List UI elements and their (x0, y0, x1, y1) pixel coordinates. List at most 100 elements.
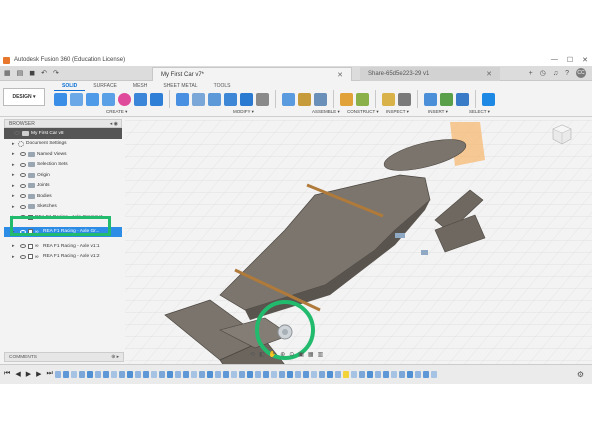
timeline-feature-icon[interactable] (63, 371, 69, 378)
shell-icon[interactable] (224, 92, 237, 106)
redo-icon[interactable]: ↷ (53, 69, 59, 77)
timeline-feature-icon[interactable] (151, 371, 157, 378)
timeline-feature-icon[interactable] (343, 371, 349, 378)
sketch-icon[interactable] (54, 92, 67, 106)
timeline-feature-icon[interactable] (103, 371, 109, 378)
visibility-icon[interactable] (20, 254, 26, 259)
interference-icon[interactable] (398, 92, 411, 106)
avatar[interactable]: CC (576, 68, 586, 78)
timeline-feature-icon[interactable] (311, 371, 317, 378)
timeline-feature-icon[interactable] (431, 371, 437, 378)
timeline-feature-icon[interactable] (383, 371, 389, 378)
workspace-switcher[interactable]: DESIGN ▾ (3, 88, 45, 106)
close-tab-icon[interactable]: ✕ (486, 70, 492, 78)
as-built-joint-icon[interactable] (314, 92, 327, 106)
bell-icon[interactable]: ♫ (553, 70, 558, 77)
construct-group[interactable]: CONSTRUCT ▾ (347, 109, 379, 115)
insert-derive-icon[interactable] (424, 92, 437, 106)
save-icon[interactable]: ◼ (29, 69, 35, 77)
create-group[interactable]: CREATE ▾ (106, 109, 127, 115)
timeline-feature-icon[interactable] (159, 371, 165, 378)
select-group[interactable]: SELECT ▾ (469, 109, 490, 115)
collapse-icon[interactable]: ▾ (6, 130, 12, 136)
visibility-icon[interactable] (20, 194, 26, 199)
browser-item-joints[interactable]: ▸ Joints (4, 181, 122, 192)
timeline-feature-icon[interactable] (143, 371, 149, 378)
pattern-icon[interactable] (150, 92, 163, 106)
timeline-feature-icon[interactable] (367, 371, 373, 378)
canvas-icon[interactable] (456, 92, 469, 106)
go-to-start-icon[interactable]: ⏮ (4, 370, 10, 378)
revolve-icon[interactable] (86, 92, 99, 106)
timeline-feature-icon[interactable] (183, 371, 189, 378)
assemble-group[interactable]: ASSEMBLE ▾ (312, 109, 340, 115)
tab-surface[interactable]: SURFACE (85, 82, 125, 91)
timeline-feature-icon[interactable] (207, 371, 213, 378)
timeline-feature-icon[interactable] (239, 371, 245, 378)
step-back-icon[interactable]: ◀ (15, 370, 20, 378)
timeline-feature-icon[interactable] (95, 371, 101, 378)
timeline-feature-icon[interactable] (135, 371, 141, 378)
timeline-feature-icon[interactable] (247, 371, 253, 378)
move-icon[interactable] (256, 92, 269, 106)
timeline-feature-icon[interactable] (175, 371, 181, 378)
expand-icon[interactable]: ▸ (12, 254, 18, 260)
browser-root[interactable]: ▾ My First Car v8 (4, 128, 122, 139)
fit-icon[interactable]: ⊙ (289, 351, 294, 358)
timeline-feature-icon[interactable] (79, 371, 85, 378)
play-icon[interactable]: ▶ (26, 370, 31, 378)
timeline-feature-icon[interactable] (231, 371, 237, 378)
modify-group[interactable]: MODIFY ▾ (233, 109, 254, 115)
tab-my-first-car[interactable]: My First Car v7* ✕ (152, 67, 352, 81)
timeline-feature-icon[interactable] (255, 371, 261, 378)
tab-sheet-metal[interactable]: SHEET METAL (155, 82, 205, 91)
grid-icon[interactable]: ▦ (4, 69, 11, 77)
extrude-icon[interactable] (70, 92, 83, 106)
timeline-feature-icon[interactable] (199, 371, 205, 378)
add-tab-icon[interactable]: + (529, 70, 533, 77)
visibility-icon[interactable] (20, 244, 26, 249)
comments-panel[interactable]: COMMENTS ⊕ ▸ (4, 352, 124, 362)
insert-mesh-icon[interactable] (440, 92, 453, 106)
grid-settings-icon[interactable]: ▦ (308, 351, 314, 358)
timeline-settings-icon[interactable]: ⚙ (577, 370, 584, 379)
timeline-feature-icon[interactable] (71, 371, 77, 378)
close-tab-icon[interactable]: ✕ (337, 71, 343, 79)
timeline-feature-icon[interactable] (271, 371, 277, 378)
timeline-feature-icon[interactable] (423, 371, 429, 378)
timeline-feature-icon[interactable] (319, 371, 325, 378)
expand-icon[interactable]: ▸ (12, 162, 18, 168)
press-pull-icon[interactable] (176, 92, 189, 106)
minimize-button[interactable]: — (551, 56, 558, 64)
timeline-feature-icon[interactable] (191, 371, 197, 378)
tab-mesh[interactable]: MESH (125, 82, 155, 91)
timeline-feature-icon[interactable] (127, 371, 133, 378)
browser-item-axle-1[interactable]: ▸ ∞ REA F1 Racing - Axle v1:1 (4, 241, 122, 252)
timeline-feature-icon[interactable] (295, 371, 301, 378)
pan-icon[interactable]: ✋ (269, 351, 276, 358)
visibility-icon[interactable] (20, 173, 26, 178)
timeline-feature-icon[interactable] (55, 371, 61, 378)
3d-viewport[interactable] (125, 120, 592, 384)
timeline-feature-icon[interactable] (375, 371, 381, 378)
visibility-icon[interactable] (20, 183, 26, 188)
new-component-icon[interactable] (282, 92, 295, 106)
browser-item-document-settings[interactable]: ▸ Document Settings (4, 139, 122, 150)
timeline-feature-icon[interactable] (407, 371, 413, 378)
viewports-icon[interactable]: ▥ (318, 351, 324, 358)
fillet-icon[interactable] (192, 92, 205, 106)
orbit-icon[interactable]: ⟲ (250, 351, 255, 358)
tab-share[interactable]: Share-65d5e223-29 v1 ✕ (360, 67, 500, 81)
axis-icon[interactable] (356, 92, 369, 106)
visibility-icon[interactable] (20, 162, 26, 167)
timeline-feature-icon[interactable] (399, 371, 405, 378)
hole-icon[interactable] (134, 92, 147, 106)
timeline-feature-icon[interactable] (391, 371, 397, 378)
timeline-feature-icon[interactable] (335, 371, 341, 378)
expand-icon[interactable]: ▸ (12, 172, 18, 178)
expand-icon[interactable]: ▸ (12, 243, 18, 249)
go-to-end-icon[interactable]: ⏭ (46, 370, 52, 378)
timeline-feature-icon[interactable] (87, 371, 93, 378)
timeline-feature-icon[interactable] (287, 371, 293, 378)
add-comment-icon[interactable]: ⊕ ▸ (111, 355, 119, 360)
